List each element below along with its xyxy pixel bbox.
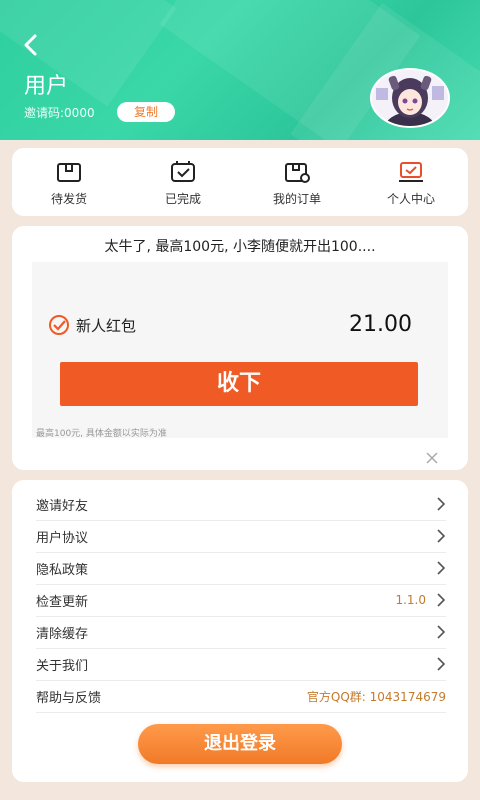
settings-menu: 邀请好友 用户协议 隐私政策 检查更新 1.1.0 清除缓存 关于我们 帮助与反… [12,480,468,782]
box-icon [57,163,81,182]
menu-item-label: 隐私政策 [36,562,89,578]
menu-item-label: 清除缓存 [36,626,89,642]
red-packet-label: 新人红包 [76,316,137,335]
menu-item-check-update[interactable]: 检查更新 1.1.0 [36,584,446,617]
chevron-right-icon [437,625,446,639]
logout-button[interactable]: 退出登录 [138,724,342,764]
menu-item-invite-friends[interactable]: 邀请好友 [36,488,446,521]
quick-item-label: 个人中心 [386,192,435,206]
personal-center-icon [399,162,423,182]
menu-item-clear-cache[interactable]: 清除缓存 [36,616,446,649]
promo-card: 太牛了, 最高100元, 小李随便就开出100.... 新人红包 21.00 收… [12,226,468,470]
quick-item-label: 已完成 [164,192,201,206]
check-circle-icon [49,315,69,335]
quick-item-completed[interactable]: 已完成 [126,148,240,216]
menu-item-user-agreement[interactable]: 用户协议 [36,520,446,553]
page-title: 用户 [24,74,69,99]
red-packet-row: 新人红包 [48,314,136,336]
red-packet-amount: 21.00 [349,312,412,337]
version-value: 1.1.0 [395,593,426,607]
order-box-icon [285,163,310,183]
menu-item-label: 用户协议 [36,530,89,546]
quick-item-personal-center[interactable]: 个人中心 [354,148,468,216]
menu-item-about-us[interactable]: 关于我们 [36,648,446,681]
profile-header: 用户 邀请码:0000 复制 [0,0,480,140]
chevron-right-icon [437,497,446,511]
avatar-image-icon [372,70,448,126]
quick-item-my-orders[interactable]: 我的订单 [240,148,354,216]
menu-item-label: 检查更新 [36,594,89,610]
qq-group-value: 官方QQ群: 1043174679 [306,689,446,704]
red-packet-panel: 新人红包 21.00 收下 最高100元, 具体金额以实际为准 [32,262,448,439]
chevron-right-icon [437,593,446,607]
back-arrow-icon[interactable] [16,30,46,60]
accept-button[interactable]: 收下 [60,362,418,406]
menu-item-label: 邀请好友 [36,498,89,514]
quick-menu: 待发货 已完成 我的订单 个人中心 [12,148,468,216]
quick-item-label: 待发货 [50,192,87,206]
chevron-right-icon [437,657,446,671]
close-icon[interactable] [426,452,438,464]
menu-item-help-feedback[interactable]: 帮助与反馈 官方QQ群: 1043174679 [36,680,446,713]
quick-item-pending-shipment[interactable]: 待发货 [12,148,126,216]
menu-item-label: 帮助与反馈 [36,690,102,706]
chevron-right-icon [437,529,446,543]
promo-headline: 太牛了, 最高100元, 小李随便就开出100.... [104,239,376,255]
copy-button[interactable]: 复制 [117,102,175,122]
avatar[interactable] [370,68,450,128]
promo-note: 最高100元, 具体金额以实际为准 [36,429,167,439]
menu-item-label: 关于我们 [36,658,89,674]
menu-item-privacy-policy[interactable]: 隐私政策 [36,552,446,585]
check-box-icon [171,161,195,182]
invite-code: 邀请码:0000 [24,106,95,120]
quick-item-label: 我的订单 [272,192,321,206]
chevron-right-icon [437,561,446,575]
